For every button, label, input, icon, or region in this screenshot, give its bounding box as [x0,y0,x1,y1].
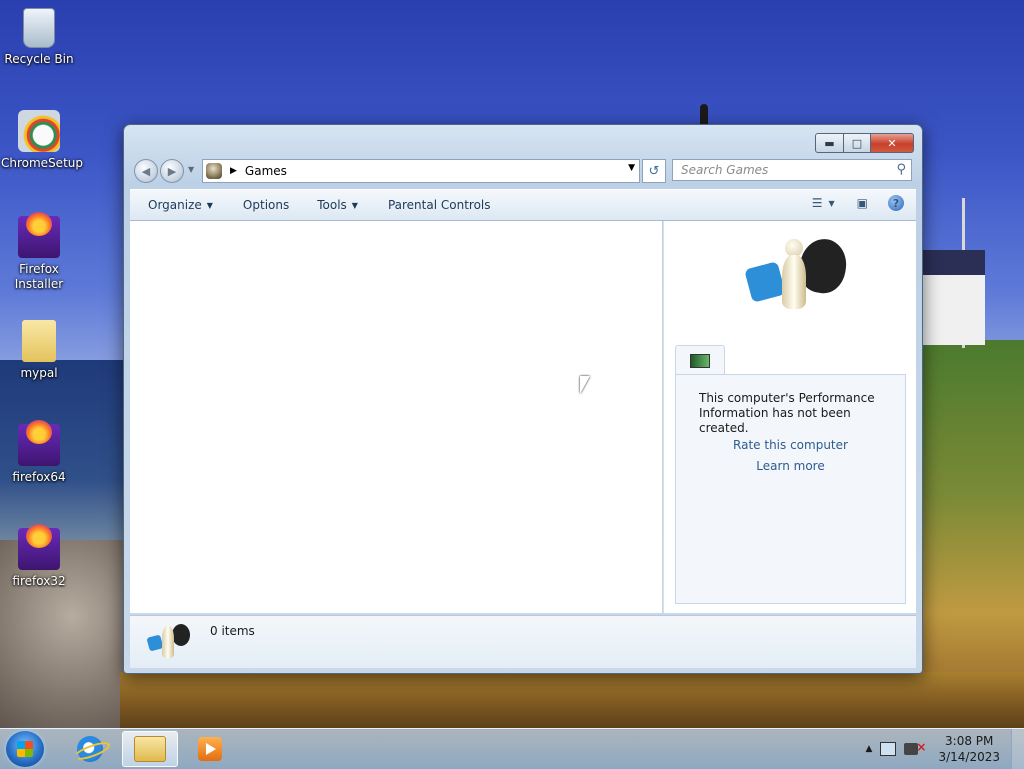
view-dropdown-icon[interactable]: ▼ [829,199,835,208]
games-folder-icon [206,163,222,179]
search-placeholder: Search Games [681,163,769,177]
close-button[interactable]: ✕ [871,133,914,153]
desktop-icon-firefox32[interactable]: firefox32 [1,524,77,589]
desktop-icon-label: ChromeSetup [1,156,83,170]
recycle-bin-icon [23,8,55,48]
desktop-icon-firefox64[interactable]: firefox64 [1,420,77,485]
desktop-icon-label: firefox32 [12,574,66,588]
address-bar[interactable]: ▶ Games ▼ [202,159,640,183]
help-icon[interactable]: ? [888,195,904,211]
games-small-icon [146,622,192,662]
file-list-pane[interactable] [130,221,662,613]
details-pane: 0 items [130,615,916,668]
chevron-down-icon: ▼ [351,200,358,210]
options-button[interactable]: Options [243,198,289,212]
forward-button[interactable]: ▶ [160,159,184,183]
refresh-button[interactable]: ↺ [642,159,666,183]
desktop-icon-firefox-installer[interactable]: Firefox Installer [1,212,77,292]
desktop-icon-label: firefox64 [12,470,66,484]
item-count: 0 items [210,624,255,638]
address-dropdown-icon[interactable]: ▼ [628,163,635,173]
taskbar-windows-explorer[interactable] [122,731,178,767]
caption-buttons: ▬ □ ✕ [815,133,914,153]
folder-icon [22,320,56,362]
games-explorer-window: ▬ □ ✕ ◀ ▶ ▼ ▶ Games ▼ ↺ Search Games ⚲ O… [123,124,923,674]
breadcrumb-games[interactable]: Games [245,164,287,178]
minimize-icon: ▬ [824,136,835,150]
firefox-box-icon [18,524,60,570]
wallpaper-lighthouse [700,104,708,126]
recent-pages-dropdown[interactable]: ▼ [188,165,194,174]
desktop-icon-label: mypal [20,366,58,380]
wallpaper-house [920,250,985,345]
performance-info-box: This computer's Performance Information … [675,374,906,604]
windows-explorer-icon [134,736,166,762]
tools-menu[interactable]: Tools ▼ [317,198,358,212]
organize-label: Organize [148,198,202,212]
minimize-button[interactable]: ▬ [815,133,844,153]
change-view-icon[interactable]: ☰ [812,196,823,210]
forward-arrow-icon: ▶ [167,164,177,178]
desktop-icon-label: Recycle Bin [4,52,74,66]
games-logo-icon [744,235,851,317]
network-icon[interactable] [880,742,897,756]
firefox-box-icon [18,420,60,466]
wallpaper-ground [120,672,1024,730]
desktop-icon-chromesetup[interactable]: ChromeSetup [1,110,83,171]
media-player-icon [198,737,222,761]
back-button[interactable]: ◀ [134,159,158,183]
navigation-bar: ◀ ▶ ▼ ▶ Games ▼ ↺ Search Games ⚲ [132,158,914,184]
performance-tab[interactable] [675,345,725,376]
show-hidden-icons-icon[interactable]: ▲ [866,744,873,754]
chevron-down-icon: ▼ [206,200,213,210]
desktop-icon-recycle-bin[interactable]: Recycle Bin [1,8,77,67]
tools-label: Tools [317,198,347,212]
start-button[interactable] [6,731,44,767]
search-icon[interactable]: ⚲ [896,162,906,177]
pawn-icon [780,239,808,315]
parental-controls-label: Parental Controls [387,198,491,212]
clock-date: 3/14/2023 [938,750,1000,764]
taskbar-internet-explorer[interactable] [62,731,118,767]
parental-controls-button[interactable]: Parental Controls [388,198,491,212]
taskbar: ▲ 3:08 PM 3/14/2023 [0,728,1024,769]
back-arrow-icon: ◀ [141,164,151,178]
options-label: Options [242,198,290,212]
organize-menu[interactable]: Organize ▼ [148,198,213,212]
system-tray: ▲ 3:08 PM 3/14/2023 [866,729,1024,769]
clock-time: 3:08 PM [945,734,994,748]
show-desktop-button[interactable] [1011,729,1024,769]
maximize-icon: □ [851,136,863,150]
close-icon: ✕ [887,136,897,150]
firefox-box-icon [18,212,60,258]
mouse-cursor-icon [580,376,590,394]
preview-pane: This computer's Performance Information … [663,221,916,613]
taskbar-media-player[interactable] [182,731,238,767]
desktop-icon-mypal[interactable]: mypal [1,320,77,381]
internet-explorer-icon [77,736,103,762]
clock[interactable]: 3:08 PM 3/14/2023 [938,733,1000,765]
preview-pane-icon[interactable]: ▣ [857,196,868,210]
search-box[interactable]: Search Games ⚲ [672,159,912,181]
learn-more-link[interactable]: Learn more [676,459,905,473]
desktop-icon-label: Firefox Installer [14,262,64,291]
command-bar: Organize ▼ Options Tools ▼ Parental Cont… [130,189,916,221]
breadcrumb-chevron-icon[interactable]: ▶ [230,166,237,176]
rate-computer-link[interactable]: Rate this computer [676,438,905,452]
volume-muted-icon[interactable] [904,740,926,755]
maximize-button[interactable]: □ [844,133,871,153]
installer-icon [18,110,60,152]
performance-message: This computer's Performance Information … [699,391,875,435]
monitor-icon [690,354,710,368]
refresh-icon: ↺ [648,163,660,179]
toolbar-right-group: ☰ ▼ ▣ ? [800,195,904,211]
